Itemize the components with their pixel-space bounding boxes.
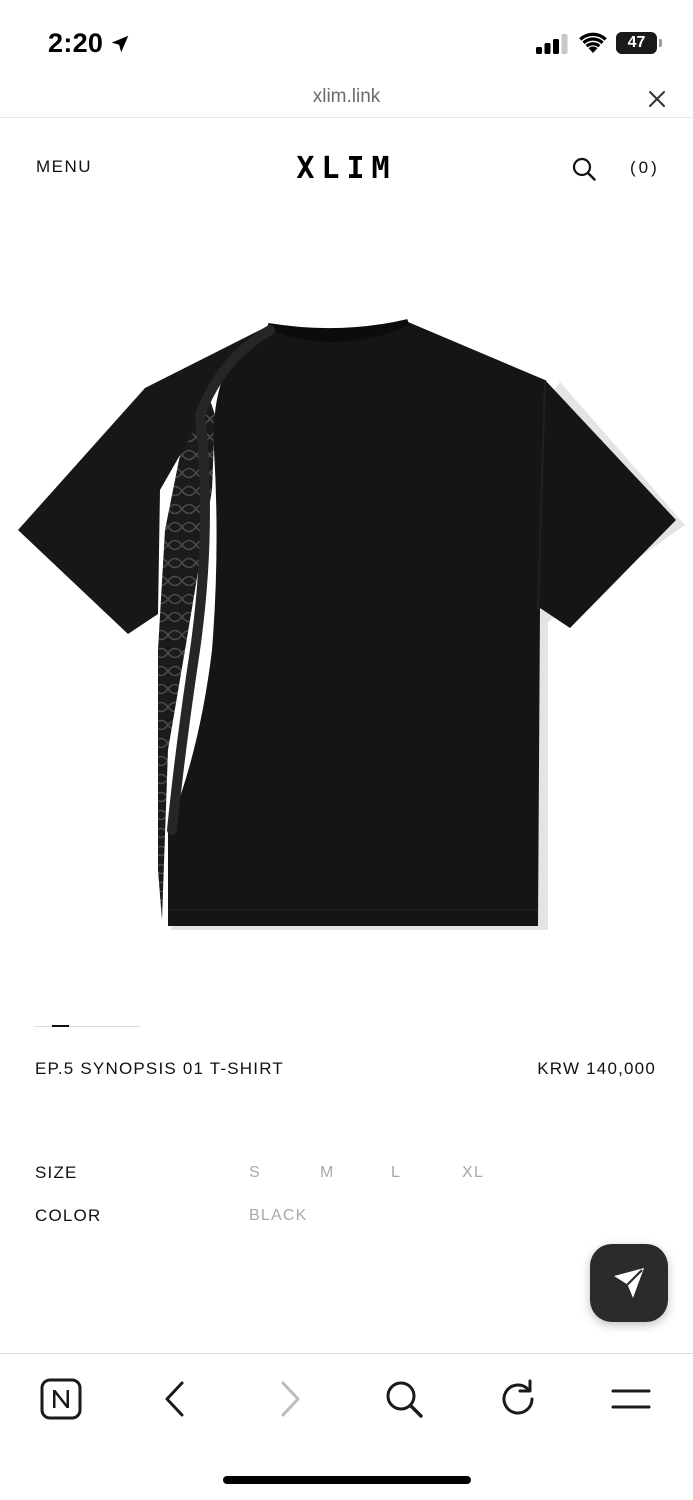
status-bar: 2:20 47 xyxy=(0,0,693,80)
t-shirt-image[interactable] xyxy=(0,230,693,990)
location-arrow-icon xyxy=(112,35,129,52)
size-option-l[interactable]: L xyxy=(391,1164,401,1182)
product-price: KRW 140,000 xyxy=(537,1059,656,1078)
size-option-m[interactable]: M xyxy=(320,1164,335,1182)
search-button[interactable] xyxy=(381,1376,427,1422)
url-text[interactable]: xlim.link xyxy=(0,86,693,108)
carousel-track[interactable] xyxy=(34,1026,140,1027)
site-header: MENU XLIM (0) xyxy=(0,119,693,219)
forward-arrow-icon xyxy=(281,1381,300,1417)
naver-home-button[interactable] xyxy=(38,1376,84,1422)
product-name: EP.5 SYNOPSIS 01 T-SHIRT xyxy=(35,1059,284,1078)
size-option-s[interactable]: S xyxy=(249,1164,261,1182)
naver-home-icon xyxy=(40,1378,82,1420)
send-icon xyxy=(614,1268,644,1298)
status-time: 2:20 xyxy=(48,28,131,59)
battery-nub xyxy=(659,39,662,47)
home-indicator[interactable] xyxy=(223,1476,471,1484)
carousel-indicator xyxy=(51,1025,70,1027)
forward-button[interactable] xyxy=(267,1376,313,1422)
search-icon[interactable] xyxy=(571,156,597,182)
cart-button[interactable]: (0) xyxy=(630,158,660,178)
size-label: SIZE xyxy=(35,1163,78,1182)
menu-icon xyxy=(611,1389,651,1409)
size-option-xl[interactable]: XL xyxy=(462,1164,484,1182)
back-button[interactable] xyxy=(152,1376,198,1422)
url-bar[interactable]: xlim.link xyxy=(0,80,693,118)
reload-button[interactable] xyxy=(495,1376,541,1422)
reload-icon xyxy=(502,1379,534,1415)
signal-icon xyxy=(536,34,568,54)
share-button[interactable] xyxy=(590,1244,668,1322)
color-label: COLOR xyxy=(35,1206,102,1225)
battery-percent: 47 xyxy=(627,34,646,51)
status-time-text: 2:20 xyxy=(48,28,104,58)
back-arrow-icon xyxy=(165,1381,184,1417)
search-icon xyxy=(386,1381,423,1418)
color-option-black[interactable]: BLACK xyxy=(249,1207,307,1225)
wifi-icon xyxy=(579,32,607,53)
close-icon[interactable] xyxy=(646,88,668,110)
battery-icon: 47 xyxy=(616,32,662,54)
menu-button-toolbar[interactable] xyxy=(608,1376,654,1422)
